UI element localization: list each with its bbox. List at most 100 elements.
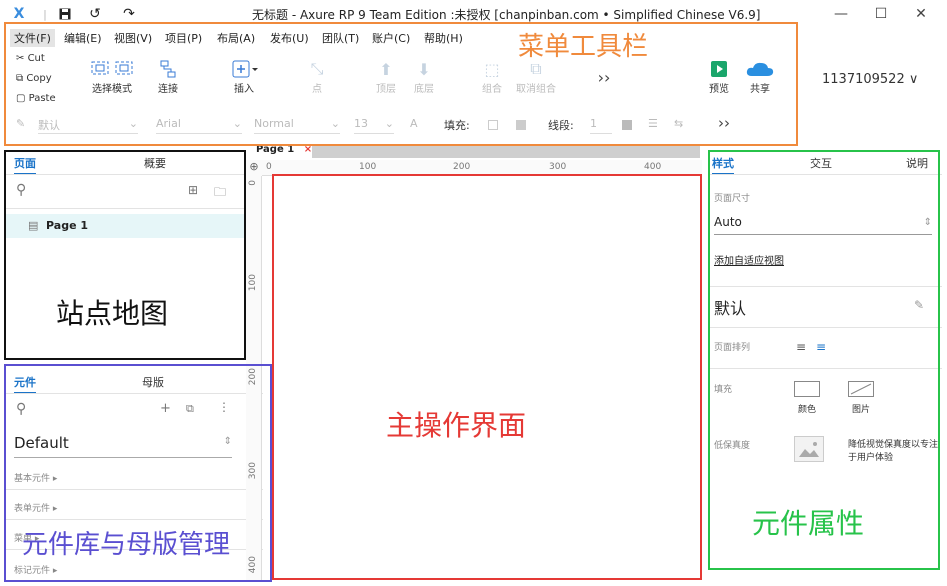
maximize-button[interactable]: ☐ xyxy=(866,4,896,24)
group-icon: ⬚ xyxy=(484,59,500,79)
undo-icon[interactable]: ↺ xyxy=(86,5,104,23)
low-fidelity-label: 低保真度 xyxy=(714,441,751,451)
line-color-swatch[interactable] xyxy=(622,120,632,130)
tab-library[interactable]: 元件 xyxy=(14,374,36,394)
line-style-icon[interactable]: ☰ xyxy=(648,117,658,130)
section-markup[interactable]: 标记元件 ▸ xyxy=(14,563,57,576)
close-button[interactable]: ✕ xyxy=(906,4,936,24)
menu-bar: 文件(F) 编辑(E) 视图(V) 项目(P) 布局(A) 发布(U) 团队(T… xyxy=(0,28,947,48)
canvas-area[interactable] xyxy=(263,177,700,579)
format-more-button[interactable]: ›› xyxy=(718,114,730,132)
point-button[interactable]: ⤡ 点 xyxy=(302,58,332,95)
connect-button[interactable]: 连接 xyxy=(150,58,186,95)
library-select[interactable]: Default ⇕ xyxy=(14,434,232,458)
page-size-label: 页面尺寸 xyxy=(714,194,751,204)
cut-button[interactable]: ✂ Cut xyxy=(16,53,45,64)
preview-label: 预览 xyxy=(709,84,729,95)
low-fidelity-toggle[interactable] xyxy=(794,436,824,462)
tab-outline[interactable]: 概要 xyxy=(144,155,166,171)
share-button[interactable]: 共享 xyxy=(742,58,778,95)
toolbar-more-button[interactable]: ›› xyxy=(592,68,616,87)
line-width-select[interactable]: 1 xyxy=(590,117,612,134)
ruler-h-label: 300 xyxy=(549,162,567,172)
add-adaptive-view-link[interactable]: 添加自适应视图 xyxy=(714,252,784,267)
more-menu-icon[interactable]: ⋮ xyxy=(218,400,230,414)
font-size-select[interactable]: 13 ⌄ xyxy=(354,117,394,134)
menu-team[interactable]: 团队(T) xyxy=(322,30,359,46)
add-library-icon[interactable]: + xyxy=(160,401,171,416)
divider: | xyxy=(43,7,47,21)
minimize-button[interactable]: — xyxy=(826,4,856,24)
ruler-h-label: 100 xyxy=(359,162,377,172)
page-size-select[interactable]: Auto ⇕ xyxy=(714,215,932,235)
divider xyxy=(710,174,942,175)
menu-file[interactable]: 文件(F) xyxy=(10,29,55,47)
menu-help[interactable]: 帮助(H) xyxy=(424,30,463,46)
preview-button[interactable]: 预览 xyxy=(704,58,734,95)
style-name: 默认 xyxy=(714,299,747,318)
menu-account[interactable]: 账户(C) xyxy=(372,30,410,46)
tab-pages[interactable]: 页面 xyxy=(14,155,36,175)
add-page-icon[interactable]: ⊞ xyxy=(188,183,198,197)
edit-style-icon[interactable]: ✎ xyxy=(914,298,924,312)
to-top-label: 顶层 xyxy=(376,84,396,95)
low-fidelity-desc-2: 于用户体验 xyxy=(848,453,894,463)
ruler-origin-icon[interactable]: ⊕ xyxy=(246,160,262,176)
style-select[interactable]: 默认 ⌄ xyxy=(38,117,138,134)
select-mode-icon xyxy=(80,58,144,80)
tab-masters[interactable]: 母版 xyxy=(142,374,164,390)
ungroup-button[interactable]: ⧉ 取消组合 xyxy=(512,58,560,95)
ruler-h-label: 200 xyxy=(453,162,471,172)
redo-icon[interactable]: ↷ xyxy=(120,5,138,23)
align-left-icon[interactable]: ≡ xyxy=(796,340,806,354)
ruler-v-label: 400 xyxy=(248,556,258,574)
annotation-props: 元件属性 xyxy=(752,507,865,540)
tab-style[interactable]: 样式 xyxy=(712,155,734,175)
divider xyxy=(4,489,268,490)
library-tools-icon[interactable]: ⧉ xyxy=(186,402,194,416)
font-weight-select[interactable]: Normal ⌄ xyxy=(254,117,340,134)
page-item-page1[interactable]: ▤ Page 1 xyxy=(4,214,244,238)
menu-layout[interactable]: 布局(A) xyxy=(217,30,255,46)
ungroup-label: 取消组合 xyxy=(516,84,556,95)
account-menu[interactable]: 1137109522 ∨ xyxy=(822,72,918,87)
copy-button[interactable]: ⧉ Copy xyxy=(16,73,52,84)
style-edit-icon[interactable]: ✎ xyxy=(16,117,25,130)
paste-button[interactable]: ▢ Paste xyxy=(16,93,56,104)
search-icon[interactable]: ⚲ xyxy=(16,401,26,417)
menu-view[interactable]: 视图(V) xyxy=(114,30,152,46)
menu-edit[interactable]: 编辑(E) xyxy=(64,30,102,46)
fill-color-button[interactable] xyxy=(794,381,820,397)
connector-icon xyxy=(150,58,186,80)
save-icon[interactable] xyxy=(56,5,74,23)
group-button[interactable]: ⬚ 组合 xyxy=(476,58,508,96)
divider xyxy=(4,208,244,209)
image-icon xyxy=(799,442,819,457)
to-bottom-button[interactable]: ⬇ 底层 xyxy=(408,58,440,96)
section-form[interactable]: 表单元件 ▸ xyxy=(14,501,57,514)
select-mode-button[interactable]: 选择模式 xyxy=(80,58,144,95)
close-tab-icon[interactable]: × xyxy=(304,144,312,155)
fill-image-button[interactable] xyxy=(848,381,874,397)
fill-image-swatch[interactable] xyxy=(516,120,526,130)
add-folder-icon[interactable]: 🗀 xyxy=(214,183,226,204)
tab-interactions[interactable]: 交互 xyxy=(810,155,832,171)
align-center-icon[interactable]: ≡ xyxy=(816,340,826,354)
point-icon: ⤡ xyxy=(310,59,324,78)
title-bar: X | ↺ ↷ 无标题 - Axure RP 9 Team Edition :未… xyxy=(0,0,947,28)
menu-publish[interactable]: 发布(U) xyxy=(270,30,309,46)
search-icon[interactable]: ⚲ xyxy=(16,182,26,198)
font-select[interactable]: Arial ⌄ xyxy=(156,117,242,134)
to-top-button[interactable]: ⬆ 顶层 xyxy=(370,58,402,96)
ruler-h-label: 400 xyxy=(644,162,662,172)
vertical-ruler: 0 100 200 300 400 xyxy=(246,176,262,581)
insert-button[interactable]: 插入 xyxy=(222,58,266,95)
text-color-icon[interactable]: A xyxy=(410,117,418,130)
menu-project[interactable]: 项目(P) xyxy=(165,30,202,46)
canvas-tab[interactable]: Page 1 × xyxy=(250,144,319,158)
fill-color-swatch[interactable] xyxy=(488,120,498,130)
arrow-style-icon[interactable]: ⇆ xyxy=(674,117,683,130)
section-basic[interactable]: 基本元件 ▸ xyxy=(14,471,57,484)
fill-image-label: 图片 xyxy=(852,405,871,415)
tab-notes[interactable]: 说明 xyxy=(906,155,928,171)
